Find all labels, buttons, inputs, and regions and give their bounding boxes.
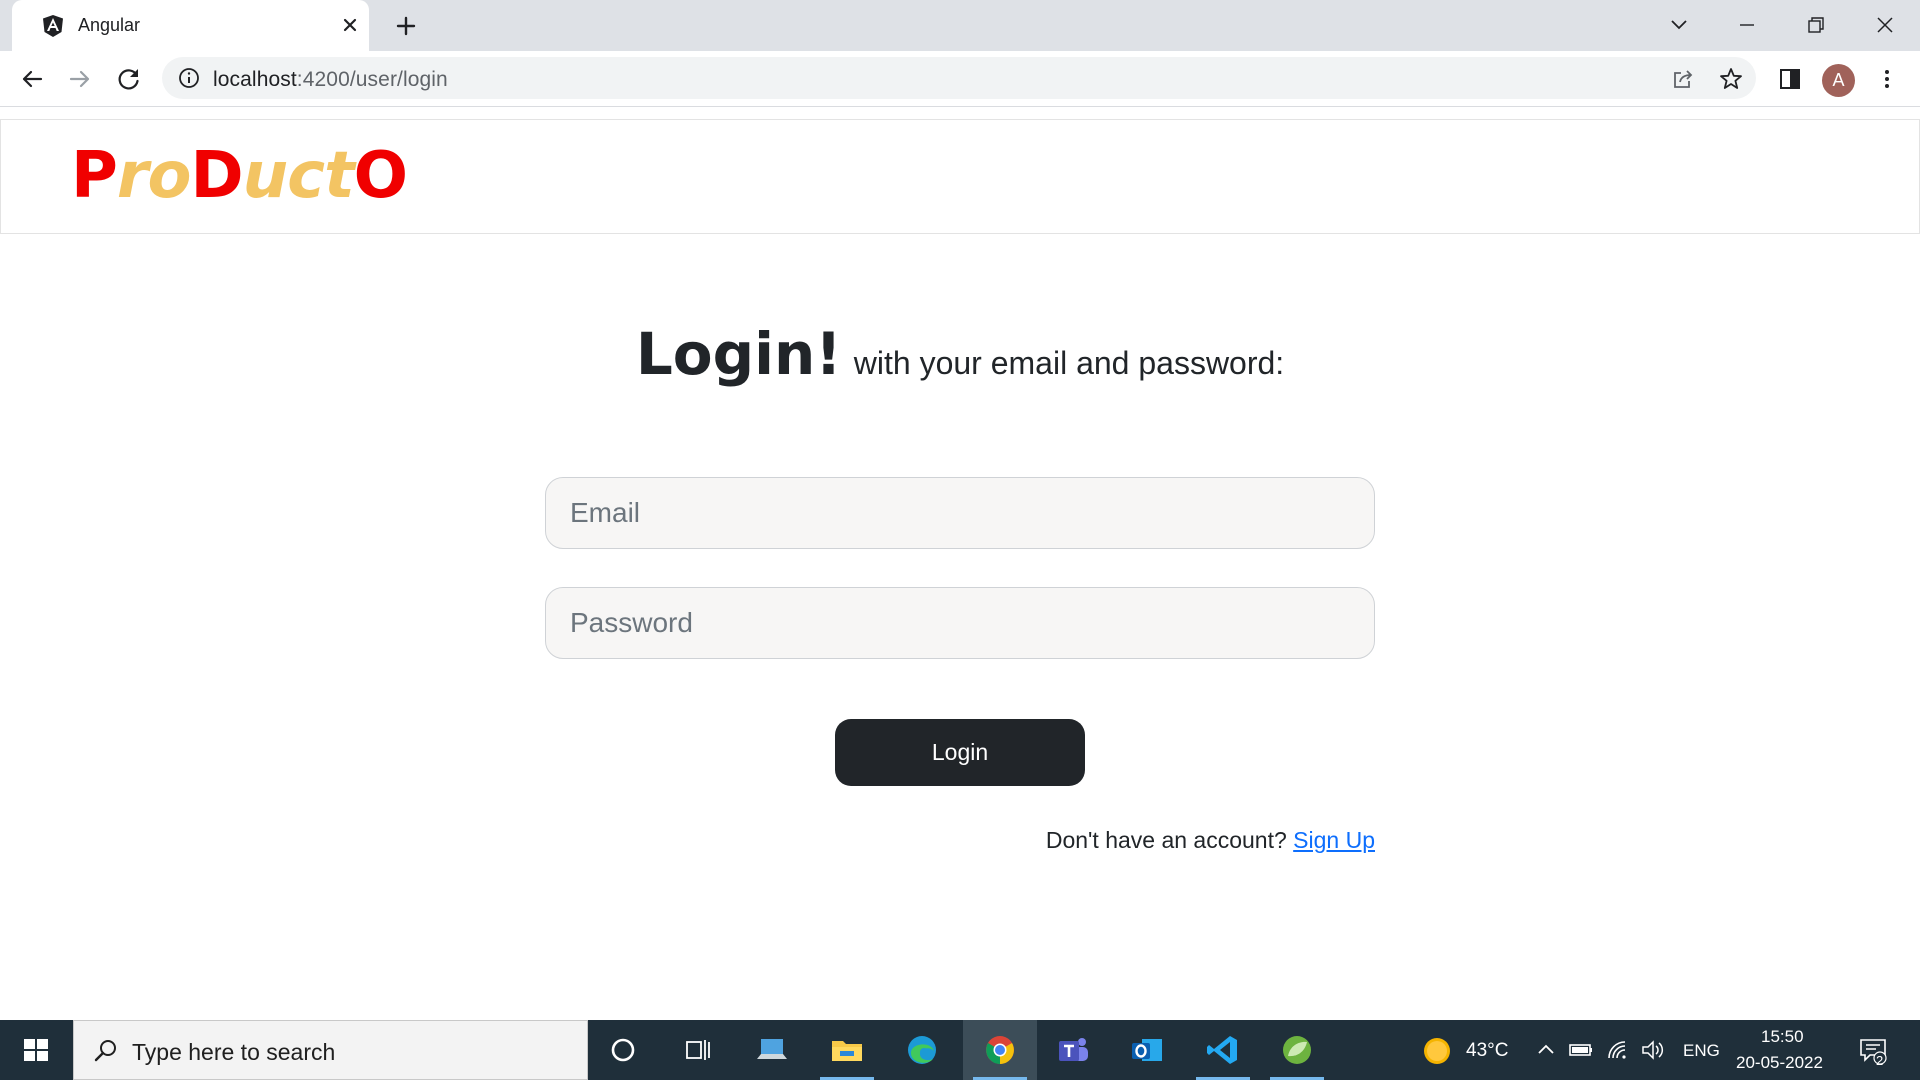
close-icon[interactable] [338,13,362,37]
notification-count: 2 [1876,1053,1884,1068]
url-host: localhost [213,68,297,91]
brand-letter-d: D [190,139,243,213]
address-bar[interactable]: localhost:4200/user/login [162,57,1756,99]
chrome-icon [986,1036,1014,1064]
brand-letter-o: O [353,139,408,213]
taskbar-spring[interactable] [1260,1020,1334,1080]
laptop-icon [757,1039,787,1059]
clock-date[interactable]: 20-05-2022 [1736,1053,1823,1073]
windows-start-icon[interactable] [14,1035,58,1065]
taskbar-task-view[interactable] [660,1020,734,1080]
login-title: Login! [635,320,842,388]
new-tab-plus-icon[interactable] [392,12,420,40]
tab-search-chevron-icon[interactable] [1664,10,1694,40]
url-path: :4200/user/login [296,68,448,91]
angular-icon [43,15,63,37]
profile-avatar[interactable]: A [1822,64,1855,97]
signup-prompt-line: Don't have an account? Sign Up [1046,827,1375,854]
window-close-icon[interactable] [1870,10,1900,40]
chevron-up-icon[interactable] [1533,1038,1559,1062]
login-button[interactable]: Login [835,719,1085,786]
search-placeholder: Type here to search [132,1039,336,1065]
taskbar-teams[interactable] [1036,1020,1110,1080]
browser-toolbar: localhost:4200/user/login A [0,51,1920,107]
file-explorer-icon [832,1041,862,1061]
search-icon [94,1040,116,1062]
signup-prompt: Don't have an account? [1045,827,1287,853]
taskbar-outlook[interactable] [1110,1020,1184,1080]
brand-letters-ro: ro [116,139,192,213]
site-info-icon[interactable] [177,66,201,90]
task-view-icon [686,1040,710,1060]
weather-sun-icon[interactable] [1422,1036,1452,1066]
login-subtitle: with your email and password: [853,345,1285,381]
taskbar-edge[interactable] [885,1020,959,1080]
wifi-icon[interactable] [1605,1038,1631,1062]
side-panel-icon[interactable] [1776,65,1804,93]
notification-icon[interactable] [1858,1035,1888,1065]
restore-icon[interactable] [1801,10,1831,40]
outlook-icon [1132,1039,1162,1061]
language-indicator[interactable]: ENG [1683,1041,1720,1061]
page-heading: Login! with your email and password: [0,320,1920,388]
tab-title: Angular [78,15,141,35]
taskbar-file-explorer[interactable] [810,1020,884,1080]
share-icon[interactable] [1670,66,1696,92]
teams-icon [1059,1038,1088,1061]
spring-icon [1283,1036,1311,1064]
brand-letters-uct: uct [242,139,355,213]
windows-taskbar: Type here to search 43°C ENG 15:50 20-05… [0,1020,1920,1080]
more-menu-icon[interactable] [1873,65,1901,93]
brand-logo[interactable]: ProDuctO [71,138,408,215]
taskbar-cortana[interactable] [586,1020,660,1080]
url-text[interactable]: localhost:4200/user/login [213,68,448,92]
back-arrow-icon[interactable] [17,64,47,94]
bookmark-star-icon[interactable] [1718,66,1744,92]
reload-icon[interactable] [114,64,144,94]
weather-temperature[interactable]: 43°C [1466,1040,1508,1062]
password-field[interactable] [545,587,1375,659]
edge-icon [908,1036,936,1064]
browser-tab-angular[interactable]: Angular [12,0,369,51]
volume-icon[interactable] [1640,1038,1666,1062]
minimize-icon[interactable] [1732,10,1762,40]
cortana-icon [611,1038,635,1062]
taskbar-vscode[interactable] [1186,1020,1260,1080]
site-navbar: ProDuctO [0,119,1920,234]
brand-letter-p: P [71,139,118,213]
browser-tab-bar: Angular [0,0,1920,51]
vscode-icon [1207,1036,1237,1064]
taskbar-chrome[interactable] [963,1020,1037,1080]
clock-time[interactable]: 15:50 [1761,1027,1804,1047]
battery-icon[interactable] [1568,1038,1594,1062]
forward-arrow-icon[interactable] [65,64,95,94]
email-field[interactable] [545,477,1375,549]
taskbar-search-box[interactable]: Type here to search [73,1020,588,1080]
taskbar-laptop-app[interactable] [735,1020,809,1080]
signup-link[interactable]: Sign Up [1293,827,1375,853]
